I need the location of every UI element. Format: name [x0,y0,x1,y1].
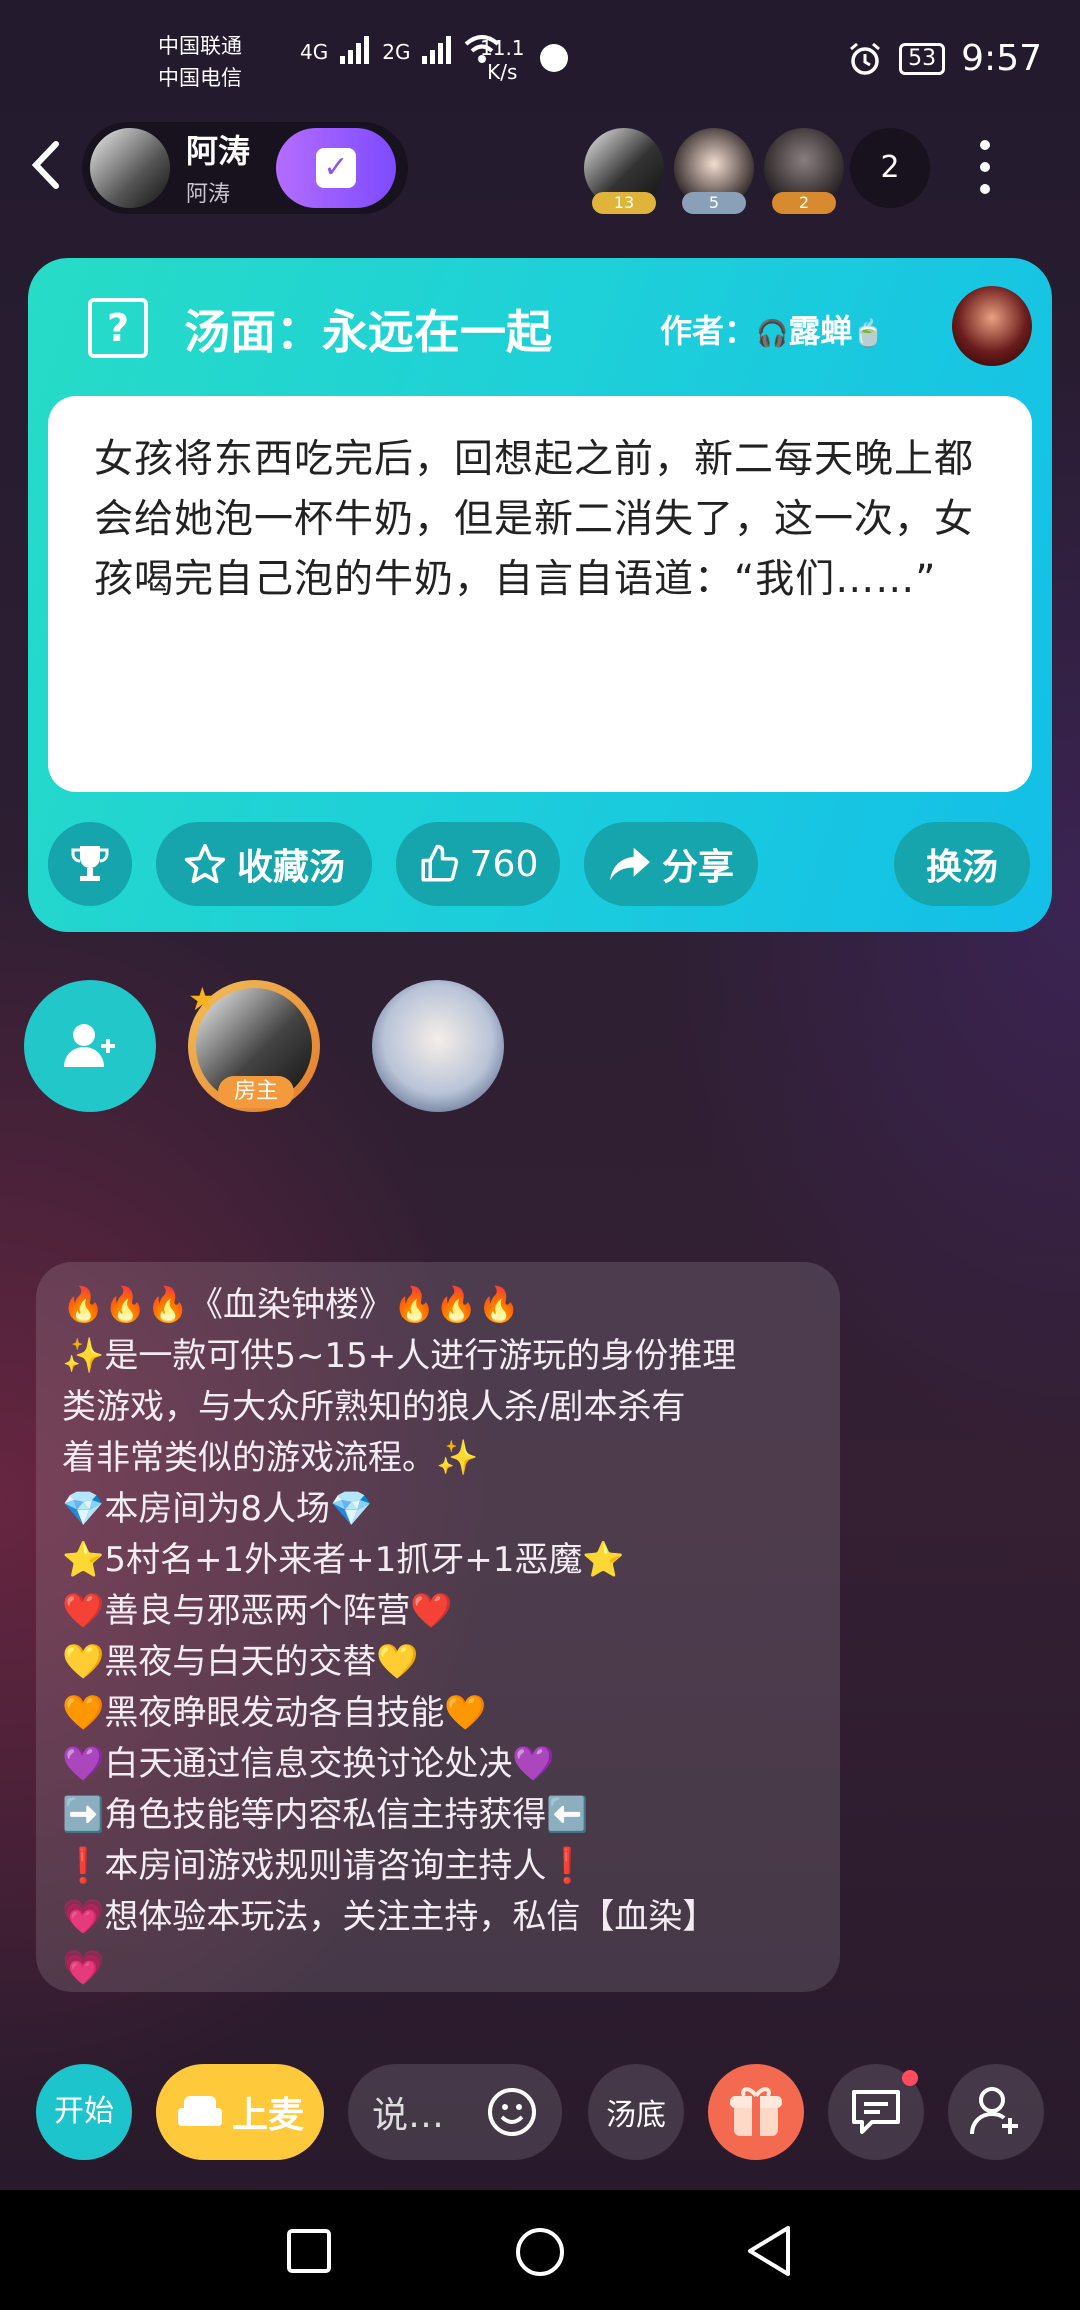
soup-title: 汤面：永远在一起 [184,305,552,359]
announcement-text: 🔥🔥🔥《血染钟楼》🔥🔥🔥 ✨是一款可供5~15+人进行游玩的身份推理 类游戏，与… [62,1280,822,1994]
trophy-button[interactable] [48,822,132,906]
like-count: 760 [469,843,539,885]
announcement-line: 类游戏，与大众所熟知的狼人杀/剧本杀有 [62,1387,686,1427]
audience-avatar[interactable]: 5 [674,128,754,214]
owner-seat[interactable]: ★ 房主 [188,980,328,1120]
app-notification-icon [540,44,568,72]
announcement-line: 🔥🔥🔥《血染钟楼》🔥🔥🔥 [62,1285,521,1325]
network-type-1: 4G [300,40,329,64]
author-avatar[interactable] [952,286,1032,366]
join-mic-label: 上麦 [231,2095,304,2136]
announcement-line: ❗本房间游戏规则请咨询主持人❗ [62,1846,589,1886]
thumbs-up-icon [421,844,458,882]
announcement-line: 着非常类似的游戏流程。✨ [62,1438,479,1478]
participant-seat[interactable] [372,980,504,1112]
like-button[interactable]: 760 [396,822,560,906]
carrier-1: 中国联通 [158,34,242,58]
chat-input-placeholder: 说… [372,2095,445,2136]
announcement-line: 💛黑夜与白天的交替💛 [62,1642,419,1682]
join-mic-button[interactable]: 上麦 [156,2064,324,2160]
chat-input[interactable]: 说… [348,2064,562,2160]
crown-star-icon: ★ [188,980,217,1018]
favorite-label: 收藏汤 [236,847,345,888]
chat-bubble-icon [852,2090,900,2134]
emoji-icon[interactable] [486,2086,538,2138]
announcement-line: ✨是一款可供5~15+人进行游玩的身份推理 [62,1336,737,1376]
start-button[interactable]: 开始 [36,2064,132,2160]
author-label: 作者： [660,312,757,350]
clock: 9:57 [961,38,1042,79]
host-name: 阿涛 [186,132,251,170]
question-icon: ? [88,298,148,358]
host-avatar[interactable] [90,128,170,208]
unread-dot [902,2070,918,2086]
recent-apps-icon[interactable] [286,2228,332,2274]
author-name: 露蝉 [788,312,853,350]
audience-count[interactable]: 2 [850,128,930,208]
sofa-icon [177,2096,222,2126]
story-text: 女孩将东西吃完后，回想起之前，新二每天晚上都会给她泡一杯牛奶，但是新二消失了，这… [94,437,975,602]
add-user-icon [64,1024,115,1067]
announcement-line: 💗 [62,1948,105,1988]
home-icon[interactable] [514,2226,566,2278]
status-right: 53 9:57 [847,38,1042,79]
more-options-icon[interactable] [976,140,994,196]
trophy-icon [71,846,109,881]
add-person-icon [970,2087,1018,2135]
announcement-line: ➡️角色技能等内容私信主持获得⬅️ [62,1795,589,1835]
announcement-line: 💜白天通过信息交换讨论处决💜 [62,1744,555,1784]
favorite-soup-button[interactable]: 收藏汤 [156,822,372,906]
host-subtitle: 阿涛 [186,182,231,207]
gift-icon [730,2087,782,2136]
soup-answer-button[interactable]: 汤底 [588,2064,684,2160]
carrier-2: 中国电信 [158,66,242,90]
signal-indicators: 4G 2G [300,34,500,64]
back-arrow-icon[interactable] [26,140,66,190]
check-icon: ✓ [316,148,356,188]
alarm-icon [850,42,881,75]
audience-avatar[interactable]: 13 [584,128,664,214]
gift-button[interactable] [708,2064,804,2160]
announcement-line: ❤️善良与邪恶两个阵营❤️ [62,1591,453,1631]
announcement-line: 💎本房间为8人场💎 [62,1489,373,1529]
change-soup-label: 换汤 [925,847,998,888]
signal-icon [340,36,370,64]
check-in-button[interactable]: ✓ [276,128,396,208]
soup-answer-label: 汤底 [606,2098,666,2133]
battery-indicator: 53 [899,42,946,75]
carrier-info: 中国联通 中国电信 [158,30,242,94]
change-soup-button[interactable]: 换汤 [894,822,1030,906]
rank-badge: 2 [772,192,836,214]
network-speed: 11.1 K/s [480,36,525,84]
announcement-line: 💗想体验本玩法，关注主持，私信【血染】 [62,1897,717,1937]
share-arrow-icon [609,847,650,881]
back-icon[interactable] [744,2224,794,2278]
share-label: 分享 [661,847,734,888]
audience-avatar[interactable]: 2 [764,128,844,214]
share-button[interactable]: 分享 [584,822,758,906]
invite-user-button[interactable] [24,980,156,1112]
signal-icon [422,36,452,64]
author-info[interactable]: 作者：🎧露蝉🍵 [660,306,885,352]
rank-badge: 5 [682,192,746,214]
owner-tag: 房主 [218,1076,294,1108]
announcement-line: ⭐5村名+1外来者+1抓牙+1恶魔⭐ [62,1540,625,1580]
status-bar: 中国联通 中国电信 4G 2G 11.1 K/s 53 9:57 [0,0,1080,120]
network-type-2: 2G [382,40,411,64]
add-friend-button[interactable] [948,2064,1044,2160]
messages-button[interactable] [828,2064,924,2160]
announcement-line: 🧡黑夜睁眼发动各自技能🧡 [62,1693,487,1733]
headphones-icon: 🎧 [756,319,789,349]
system-navigation-bar [0,2190,1080,2310]
rank-badge: 13 [592,192,656,214]
star-icon [184,843,226,884]
tea-icon: 🍵 [852,319,885,349]
